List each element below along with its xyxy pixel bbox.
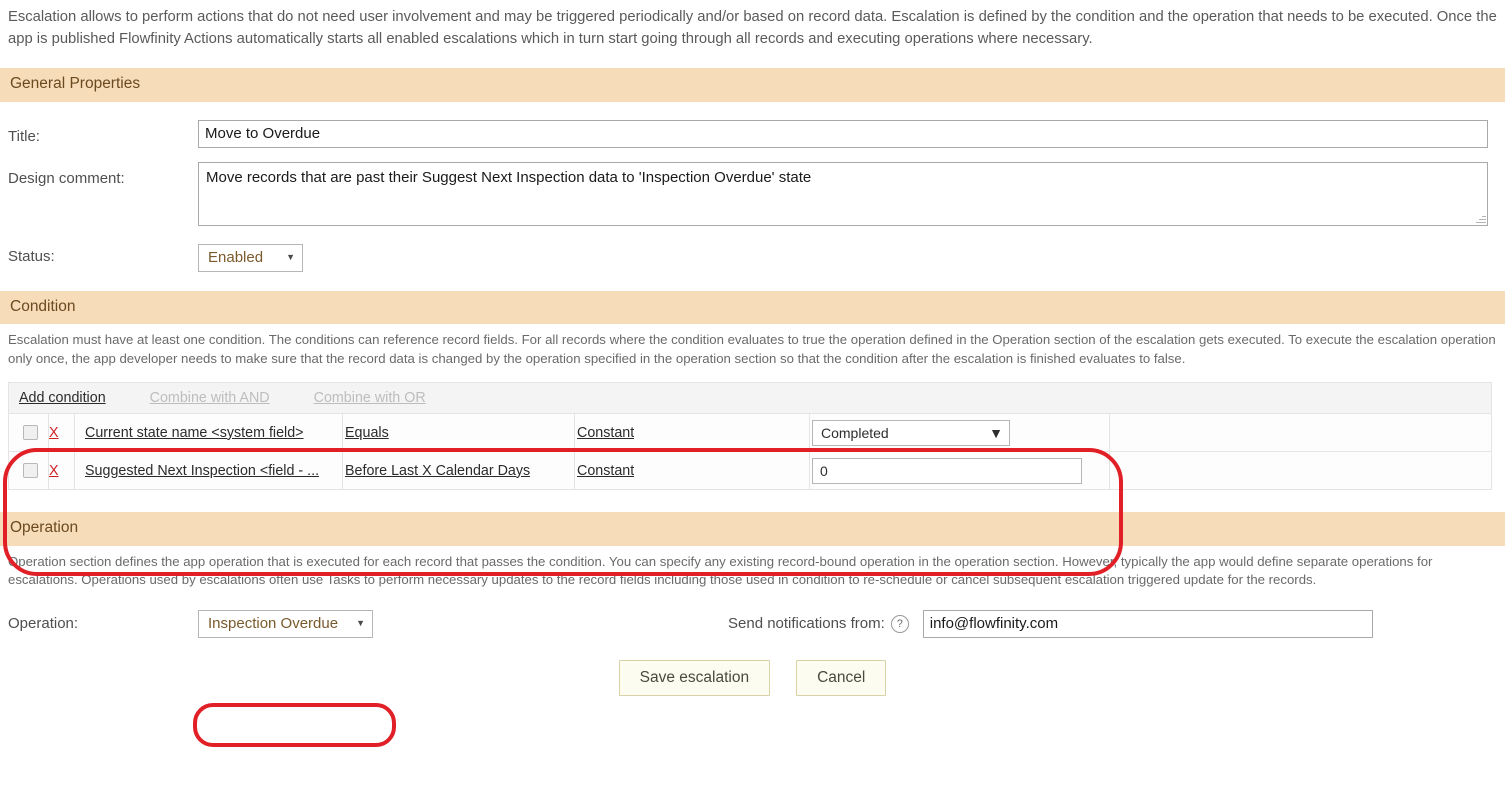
table-row: X Suggested Next Inspection <field - ...… [8, 451, 1492, 491]
notifications-group: Send notifications from: ? [728, 609, 1373, 638]
general-properties-header: General Properties [0, 67, 1505, 102]
footer-buttons: Save escalation Cancel [0, 659, 1505, 696]
notifications-label: Send notifications from: [728, 615, 885, 633]
operation-description-text: Operation section defines the app operat… [8, 553, 1433, 588]
operation-select-value: Inspection Overdue [208, 614, 339, 632]
table-row: X Current state name <system field> Equa… [8, 413, 1492, 453]
cancel-button[interactable]: Cancel [796, 659, 887, 696]
condition-row-1-value-cell: 0 [809, 451, 1110, 491]
condition-row-0-operator-link[interactable]: Equals [345, 425, 389, 441]
notifications-email-input[interactable] [922, 609, 1373, 638]
condition-row-1-source-link[interactable]: Constant [577, 463, 634, 479]
condition-row-0-checkbox[interactable] [23, 425, 38, 441]
design-comment-value: Move records that are past their Suggest… [206, 168, 812, 186]
design-comment-textarea[interactable]: Move records that are past their Suggest… [198, 161, 1488, 226]
condition-toolbar-row: Add condition Combine with AND Combine w… [8, 382, 1492, 415]
condition-row-1-value-text: 0 [820, 462, 828, 479]
condition-row-1-field-cell: Suggested Next Inspection <field - ... [74, 451, 343, 491]
condition-table: Add condition Combine with AND Combine w… [8, 382, 1492, 491]
condition-row-0-remove-cell: X [48, 413, 75, 453]
condition-row-1-source-cell: Constant [574, 451, 810, 491]
design-comment-label: Design comment: [8, 169, 125, 187]
help-icon[interactable]: ? [890, 614, 909, 633]
operation-label: Operation: [8, 615, 79, 633]
condition-row-1-spacer-cell [1109, 451, 1492, 491]
resize-grip-icon[interactable] [1475, 213, 1486, 224]
condition-row-0-source-link[interactable]: Constant [577, 425, 634, 441]
condition-row-1-remove-cell: X [48, 451, 75, 491]
condition-row-0-operator-cell: Equals [342, 413, 575, 453]
condition-row-1-checkbox-cell [8, 451, 49, 491]
condition-title: Condition [10, 297, 76, 315]
condition-row-0-value-text: Completed [821, 424, 889, 441]
condition-row-0-spacer-cell [1109, 413, 1492, 453]
operation-description: Operation section defines the app operat… [0, 546, 1505, 592]
title-row: Title: [0, 119, 1505, 148]
condition-header: Condition [0, 290, 1505, 325]
condition-row-1-remove-link[interactable]: X [49, 463, 59, 479]
status-row: Status: Enabled ▼ [0, 240, 1505, 272]
condition-row-1-operator-link[interactable]: Before Last X Calendar Days [345, 463, 530, 479]
combine-with-and-link[interactable]: Combine with AND [150, 390, 270, 406]
condition-row-0-value-cell: Completed ▼ [809, 413, 1110, 453]
operation-select[interactable]: Inspection Overdue ▼ [198, 609, 373, 638]
condition-row-0-field-cell: Current state name <system field> [74, 413, 343, 453]
condition-description: Escalation must have at least one condit… [0, 324, 1505, 370]
status-select[interactable]: Enabled ▼ [198, 243, 303, 272]
operation-highlight-annotation [193, 703, 396, 747]
chevron-down-icon: ▼ [286, 252, 295, 263]
operation-row: Operation: Inspection Overdue ▼ Send not… [0, 609, 1505, 638]
condition-toolbar-cell: Add condition Combine with AND Combine w… [8, 382, 1492, 415]
condition-row-0-value-select[interactable]: Completed ▼ [812, 419, 1010, 446]
add-condition-link[interactable]: Add condition [19, 390, 106, 406]
status-label: Status: [8, 247, 55, 265]
condition-row-0-remove-link[interactable]: X [49, 425, 59, 441]
chevron-down-icon: ▼ [356, 618, 365, 629]
condition-table-wrap: Add condition Combine with AND Combine w… [0, 382, 1505, 491]
condition-row-1-field-link[interactable]: Suggested Next Inspection <field - ... [85, 463, 319, 479]
condition-description-text: Escalation must have at least one condit… [8, 332, 1496, 366]
operation-header: Operation [0, 512, 1505, 546]
condition-row-1-value-input[interactable]: 0 [812, 457, 1082, 484]
condition-row-0-field-link[interactable]: Current state name <system field> [85, 425, 304, 441]
condition-row-1-checkbox[interactable] [23, 463, 38, 479]
chevron-down-icon: ▼ [989, 424, 1003, 441]
condition-row-0-source-cell: Constant [574, 413, 810, 453]
title-input[interactable] [198, 119, 1488, 148]
condition-row-1-operator-cell: Before Last X Calendar Days [342, 451, 575, 491]
combine-with-or-link[interactable]: Combine with OR [314, 390, 426, 406]
condition-row-0-checkbox-cell [8, 413, 49, 453]
operation-title: Operation [10, 519, 79, 537]
save-escalation-button[interactable]: Save escalation [618, 659, 771, 696]
title-label: Title: [8, 127, 40, 145]
design-comment-row: Design comment: Move records that are pa… [0, 161, 1505, 226]
general-properties-title: General Properties [10, 74, 141, 92]
intro-paragraph: Escalation allows to perform actions tha… [0, 0, 1505, 51]
intro-text: Escalation allows to perform actions tha… [8, 9, 1497, 48]
status-select-value: Enabled [208, 248, 264, 266]
